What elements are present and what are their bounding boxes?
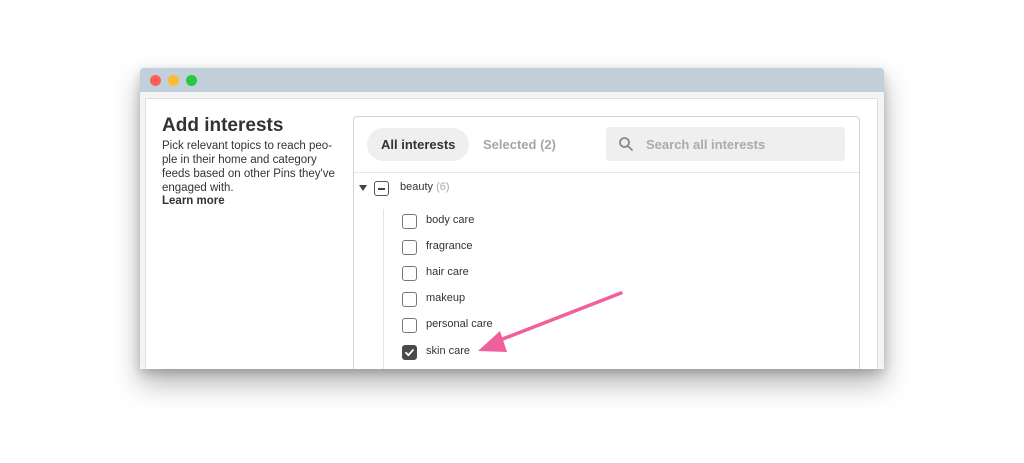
- checkbox-checked[interactable]: [402, 345, 417, 360]
- list-item-makeup[interactable]: makeup: [402, 290, 702, 310]
- checkbox[interactable]: [402, 266, 417, 281]
- tab-all-interests[interactable]: All interests: [367, 128, 470, 161]
- item-label: personal care: [426, 318, 493, 330]
- category-count: (6): [436, 181, 450, 193]
- checkbox[interactable]: [402, 318, 417, 333]
- search-box[interactable]: [606, 127, 845, 161]
- checkbox[interactable]: [402, 214, 417, 229]
- list-item-hair-care[interactable]: hair care: [402, 264, 702, 284]
- search-icon: [619, 137, 633, 151]
- page-title: Add interests: [162, 115, 284, 136]
- list-item-fragrance[interactable]: fragrance: [402, 238, 702, 258]
- item-label: body care: [426, 214, 475, 226]
- interests-panel: All interests Selected (2) beauty (6): [353, 116, 860, 369]
- item-label: hair care: [426, 266, 469, 278]
- category-name: beauty: [400, 181, 434, 193]
- tab-selected[interactable]: Selected (2): [469, 128, 570, 161]
- app-window: Add interests Pick relevant topics to re…: [140, 68, 884, 369]
- list-item-personal-care[interactable]: personal care: [402, 316, 702, 336]
- checkbox[interactable]: [402, 240, 417, 255]
- category-row-beauty[interactable]: beauty (6): [354, 178, 859, 200]
- main-content: Add interests Pick relevant topics to re…: [145, 98, 878, 369]
- checkbox[interactable]: [402, 292, 417, 307]
- minimize-window-button[interactable]: [168, 75, 179, 86]
- maximize-window-button[interactable]: [186, 75, 197, 86]
- tree-guide-line: [383, 209, 384, 369]
- list-item-skin-care[interactable]: skin care: [402, 343, 702, 363]
- item-label: skin care: [426, 345, 471, 357]
- caret-down-icon[interactable]: [359, 185, 367, 191]
- title-bar: [140, 68, 884, 92]
- list-item-body-care[interactable]: body care: [402, 212, 702, 232]
- close-window-button[interactable]: [150, 75, 161, 86]
- item-label: fragrance: [426, 240, 473, 252]
- learn-more-link[interactable]: Learn more: [162, 195, 225, 207]
- panel-header: All interests Selected (2): [354, 117, 859, 173]
- item-label: makeup: [426, 292, 466, 304]
- checkmark-icon: [405, 349, 414, 357]
- category-label: beauty (6): [400, 181, 450, 193]
- search-input[interactable]: [646, 127, 836, 161]
- category-checkbox-indeterminate[interactable]: [374, 181, 389, 196]
- page-description: Pick relevant topics to reach peo-ple in…: [162, 140, 335, 194]
